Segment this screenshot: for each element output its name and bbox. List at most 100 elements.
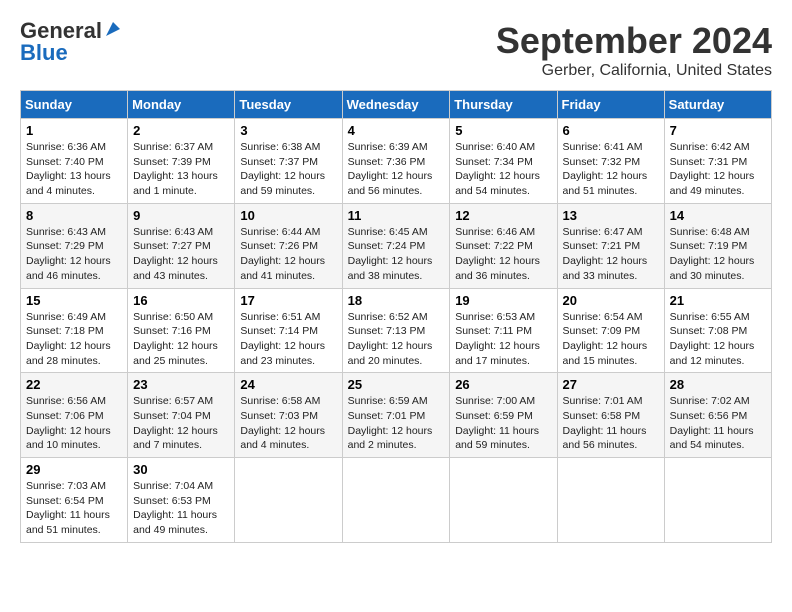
day-info: Sunrise: 7:00 AMSunset: 6:59 PMDaylight:…	[455, 395, 539, 451]
day-number: 18	[348, 293, 445, 308]
day-number: 11	[348, 208, 445, 223]
table-cell: 6 Sunrise: 6:41 AMSunset: 7:32 PMDayligh…	[557, 119, 664, 204]
day-number: 1	[26, 123, 122, 138]
table-cell: 12 Sunrise: 6:46 AMSunset: 7:22 PMDaylig…	[450, 203, 557, 288]
day-info: Sunrise: 6:36 AMSunset: 7:40 PMDaylight:…	[26, 141, 111, 197]
table-cell: 28 Sunrise: 7:02 AMSunset: 6:56 PMDaylig…	[664, 373, 771, 458]
day-number: 16	[133, 293, 229, 308]
table-cell: 16 Sunrise: 6:50 AMSunset: 7:16 PMDaylig…	[128, 288, 235, 373]
calendar-table: Sunday Monday Tuesday Wednesday Thursday…	[20, 90, 772, 543]
day-number: 27	[563, 377, 659, 392]
day-number: 30	[133, 462, 229, 477]
col-sunday: Sunday	[21, 91, 128, 119]
col-thursday: Thursday	[450, 91, 557, 119]
day-number: 26	[455, 377, 551, 392]
table-cell: 29 Sunrise: 7:03 AMSunset: 6:54 PMDaylig…	[21, 458, 128, 543]
table-cell: 5 Sunrise: 6:40 AMSunset: 7:34 PMDayligh…	[450, 119, 557, 204]
day-info: Sunrise: 6:56 AMSunset: 7:06 PMDaylight:…	[26, 395, 111, 451]
day-info: Sunrise: 6:42 AMSunset: 7:31 PMDaylight:…	[670, 141, 755, 197]
title-area: September 2024 Gerber, California, Unite…	[496, 20, 772, 80]
day-number: 25	[348, 377, 445, 392]
col-monday: Monday	[128, 91, 235, 119]
day-number: 13	[563, 208, 659, 223]
col-wednesday: Wednesday	[342, 91, 450, 119]
col-tuesday: Tuesday	[235, 91, 342, 119]
table-cell: 30 Sunrise: 7:04 AMSunset: 6:53 PMDaylig…	[128, 458, 235, 543]
day-info: Sunrise: 7:02 AMSunset: 6:56 PMDaylight:…	[670, 395, 754, 451]
day-number: 5	[455, 123, 551, 138]
logo-general-text: General	[20, 20, 102, 42]
day-number: 19	[455, 293, 551, 308]
day-number: 10	[240, 208, 336, 223]
table-cell	[557, 458, 664, 543]
table-cell: 21 Sunrise: 6:55 AMSunset: 7:08 PMDaylig…	[664, 288, 771, 373]
day-info: Sunrise: 6:47 AMSunset: 7:21 PMDaylight:…	[563, 226, 648, 282]
day-number: 8	[26, 208, 122, 223]
day-info: Sunrise: 6:50 AMSunset: 7:16 PMDaylight:…	[133, 311, 218, 367]
table-cell: 22 Sunrise: 6:56 AMSunset: 7:06 PMDaylig…	[21, 373, 128, 458]
table-cell: 2 Sunrise: 6:37 AMSunset: 7:39 PMDayligh…	[128, 119, 235, 204]
table-cell	[450, 458, 557, 543]
day-info: Sunrise: 6:45 AMSunset: 7:24 PMDaylight:…	[348, 226, 433, 282]
day-info: Sunrise: 7:04 AMSunset: 6:53 PMDaylight:…	[133, 480, 217, 536]
table-cell: 27 Sunrise: 7:01 AMSunset: 6:58 PMDaylig…	[557, 373, 664, 458]
table-cell: 23 Sunrise: 6:57 AMSunset: 7:04 PMDaylig…	[128, 373, 235, 458]
day-info: Sunrise: 6:48 AMSunset: 7:19 PMDaylight:…	[670, 226, 755, 282]
day-info: Sunrise: 6:58 AMSunset: 7:03 PMDaylight:…	[240, 395, 325, 451]
day-number: 17	[240, 293, 336, 308]
day-info: Sunrise: 6:46 AMSunset: 7:22 PMDaylight:…	[455, 226, 540, 282]
day-number: 6	[563, 123, 659, 138]
day-info: Sunrise: 6:43 AMSunset: 7:29 PMDaylight:…	[26, 226, 111, 282]
day-info: Sunrise: 6:51 AMSunset: 7:14 PMDaylight:…	[240, 311, 325, 367]
day-info: Sunrise: 7:03 AMSunset: 6:54 PMDaylight:…	[26, 480, 110, 536]
table-cell: 8 Sunrise: 6:43 AMSunset: 7:29 PMDayligh…	[21, 203, 128, 288]
day-info: Sunrise: 6:53 AMSunset: 7:11 PMDaylight:…	[455, 311, 540, 367]
day-number: 3	[240, 123, 336, 138]
table-cell: 14 Sunrise: 6:48 AMSunset: 7:19 PMDaylig…	[664, 203, 771, 288]
day-info: Sunrise: 7:01 AMSunset: 6:58 PMDaylight:…	[563, 395, 647, 451]
table-cell: 15 Sunrise: 6:49 AMSunset: 7:18 PMDaylig…	[21, 288, 128, 373]
day-number: 28	[670, 377, 766, 392]
table-cell: 7 Sunrise: 6:42 AMSunset: 7:31 PMDayligh…	[664, 119, 771, 204]
table-cell: 25 Sunrise: 6:59 AMSunset: 7:01 PMDaylig…	[342, 373, 450, 458]
day-info: Sunrise: 6:39 AMSunset: 7:36 PMDaylight:…	[348, 141, 433, 197]
calendar-title: September 2024	[496, 20, 772, 62]
table-cell: 9 Sunrise: 6:43 AMSunset: 7:27 PMDayligh…	[128, 203, 235, 288]
day-number: 20	[563, 293, 659, 308]
day-info: Sunrise: 6:43 AMSunset: 7:27 PMDaylight:…	[133, 226, 218, 282]
day-info: Sunrise: 6:41 AMSunset: 7:32 PMDaylight:…	[563, 141, 648, 197]
table-cell: 13 Sunrise: 6:47 AMSunset: 7:21 PMDaylig…	[557, 203, 664, 288]
logo-blue-text: Blue	[20, 42, 68, 64]
day-info: Sunrise: 6:49 AMSunset: 7:18 PMDaylight:…	[26, 311, 111, 367]
day-number: 21	[670, 293, 766, 308]
day-number: 29	[26, 462, 122, 477]
table-cell	[235, 458, 342, 543]
logo-arrow-icon	[104, 20, 122, 38]
day-info: Sunrise: 6:40 AMSunset: 7:34 PMDaylight:…	[455, 141, 540, 197]
header: General Blue September 2024 Gerber, Cali…	[20, 20, 772, 80]
day-number: 4	[348, 123, 445, 138]
table-cell: 20 Sunrise: 6:54 AMSunset: 7:09 PMDaylig…	[557, 288, 664, 373]
table-cell: 10 Sunrise: 6:44 AMSunset: 7:26 PMDaylig…	[235, 203, 342, 288]
table-cell: 11 Sunrise: 6:45 AMSunset: 7:24 PMDaylig…	[342, 203, 450, 288]
day-info: Sunrise: 6:55 AMSunset: 7:08 PMDaylight:…	[670, 311, 755, 367]
table-cell: 1 Sunrise: 6:36 AMSunset: 7:40 PMDayligh…	[21, 119, 128, 204]
day-info: Sunrise: 6:44 AMSunset: 7:26 PMDaylight:…	[240, 226, 325, 282]
day-number: 15	[26, 293, 122, 308]
table-cell: 3 Sunrise: 6:38 AMSunset: 7:37 PMDayligh…	[235, 119, 342, 204]
day-number: 12	[455, 208, 551, 223]
table-cell: 26 Sunrise: 7:00 AMSunset: 6:59 PMDaylig…	[450, 373, 557, 458]
table-cell: 24 Sunrise: 6:58 AMSunset: 7:03 PMDaylig…	[235, 373, 342, 458]
table-cell: 4 Sunrise: 6:39 AMSunset: 7:36 PMDayligh…	[342, 119, 450, 204]
col-friday: Friday	[557, 91, 664, 119]
day-info: Sunrise: 6:59 AMSunset: 7:01 PMDaylight:…	[348, 395, 433, 451]
table-cell	[664, 458, 771, 543]
day-number: 24	[240, 377, 336, 392]
day-number: 9	[133, 208, 229, 223]
table-cell	[342, 458, 450, 543]
day-number: 7	[670, 123, 766, 138]
day-number: 14	[670, 208, 766, 223]
day-info: Sunrise: 6:57 AMSunset: 7:04 PMDaylight:…	[133, 395, 218, 451]
calendar-location: Gerber, California, United States	[496, 62, 772, 80]
day-info: Sunrise: 6:52 AMSunset: 7:13 PMDaylight:…	[348, 311, 433, 367]
